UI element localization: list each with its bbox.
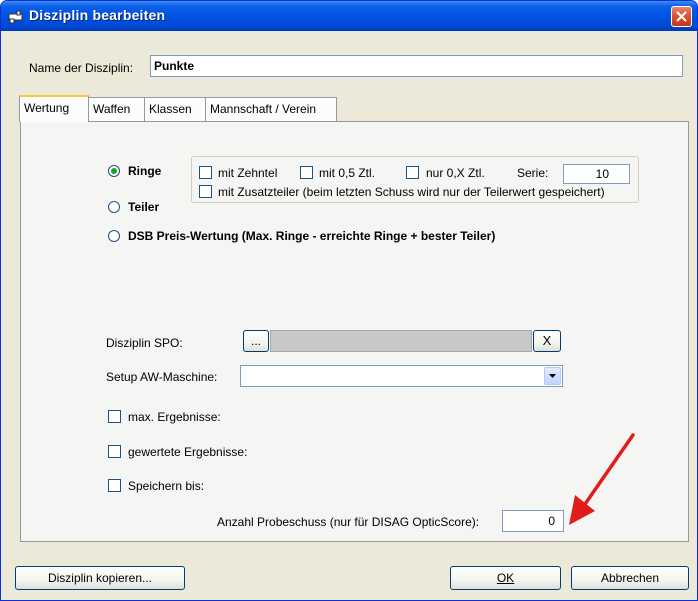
checkbox-mit-zehntel-label: mit Zehntel	[218, 166, 278, 180]
dialog-window: Disziplin bearbeiten Name der Disziplin:…	[0, 0, 698, 601]
tab-klassen[interactable]: Klassen	[144, 97, 206, 121]
name-label: Name der Disziplin:	[29, 61, 134, 75]
setup-aw-select[interactable]	[240, 365, 563, 387]
tab-mannschaft-verein[interactable]: Mannschaft / Verein	[205, 97, 337, 121]
tab-waffen[interactable]: Waffen	[88, 97, 145, 121]
setup-aw-label: Setup AW-Maschine:	[106, 370, 218, 384]
radio-teiler-label: Teiler	[128, 200, 160, 214]
abbrechen-label: Abbrechen	[600, 571, 660, 585]
clear-icon: X	[542, 333, 552, 348]
checkbox-mit-zusatzteiler[interactable]	[199, 185, 212, 198]
spo-clear-button[interactable]: X	[533, 330, 561, 352]
radio-ringe[interactable]	[108, 165, 120, 177]
serie-label: Serie:	[517, 166, 549, 180]
window-title: Disziplin bearbeiten	[29, 7, 166, 23]
checkbox-max-ergebnisse[interactable]	[108, 410, 121, 423]
checkbox-gewertete-ergebnisse-label: gewertete Ergebnisse:	[128, 445, 248, 459]
radio-dsb-label: DSB Preis-Wertung (Max. Ringe - erreicht…	[128, 229, 496, 243]
checkbox-mit-zusatzteiler-label: mit Zusatzteiler (beim letzten Schuss wi…	[218, 185, 605, 199]
checkbox-speichern-bis-label: Speichern bis:	[128, 479, 205, 493]
tab-label: Waffen	[93, 102, 131, 116]
dropdown-button[interactable]	[544, 367, 561, 385]
spo-browse-label: ...	[250, 334, 261, 348]
disziplin-kopieren-button[interactable]: Disziplin kopieren...	[15, 566, 185, 590]
spo-browse-button[interactable]: ...	[243, 330, 269, 352]
close-button[interactable]	[671, 6, 692, 27]
tab-label: Mannschaft / Verein	[210, 102, 317, 116]
checkbox-max-ergebnisse-label: max. Ergebnisse:	[128, 410, 221, 424]
checkbox-nur-0x-ztl[interactable]	[406, 166, 419, 179]
radio-teiler[interactable]	[108, 201, 120, 213]
checkbox-gewertete-ergebnisse[interactable]	[108, 445, 121, 458]
tab-label: Klassen	[149, 102, 192, 116]
app-icon	[8, 10, 23, 24]
checkbox-speichern-bis[interactable]	[108, 479, 121, 492]
checkbox-mit-05-ztl[interactable]	[300, 166, 313, 179]
checkbox-nur-0x-ztl-label: nur 0,X Ztl.	[426, 166, 485, 180]
tab-label: Wertung	[24, 101, 70, 115]
tab-wertung[interactable]: Wertung	[19, 95, 89, 122]
disziplin-spo-label: Disziplin SPO:	[106, 336, 183, 350]
abbrechen-button[interactable]: Abbrechen	[571, 566, 689, 590]
spo-path-display	[270, 330, 532, 352]
probeschuss-value: 0	[548, 514, 555, 528]
close-icon	[676, 11, 687, 22]
chevron-down-icon	[549, 374, 556, 378]
name-value: Punkte	[154, 59, 195, 73]
checkbox-mit-05-ztl-label: mit 0,5 Ztl.	[319, 166, 376, 180]
name-input[interactable]: Punkte	[150, 55, 683, 77]
checkbox-mit-zehntel[interactable]	[199, 166, 212, 179]
ok-label: OK	[496, 571, 515, 585]
ok-button[interactable]: OK	[450, 566, 561, 590]
title-bar[interactable]: Disziplin bearbeiten	[1, 1, 697, 31]
probeschuss-label: Anzahl Probeschuss (nur für DISAG OpticS…	[217, 515, 480, 529]
red-arrow-annotation	[569, 433, 635, 525]
disziplin-kopieren-label: Disziplin kopieren...	[47, 571, 153, 585]
serie-input[interactable]: 10	[563, 164, 630, 184]
radio-ringe-label: Ringe	[128, 164, 162, 178]
probeschuss-input[interactable]: 0	[502, 510, 564, 532]
serie-value: 10	[595, 167, 609, 181]
radio-dsb[interactable]	[108, 230, 120, 242]
